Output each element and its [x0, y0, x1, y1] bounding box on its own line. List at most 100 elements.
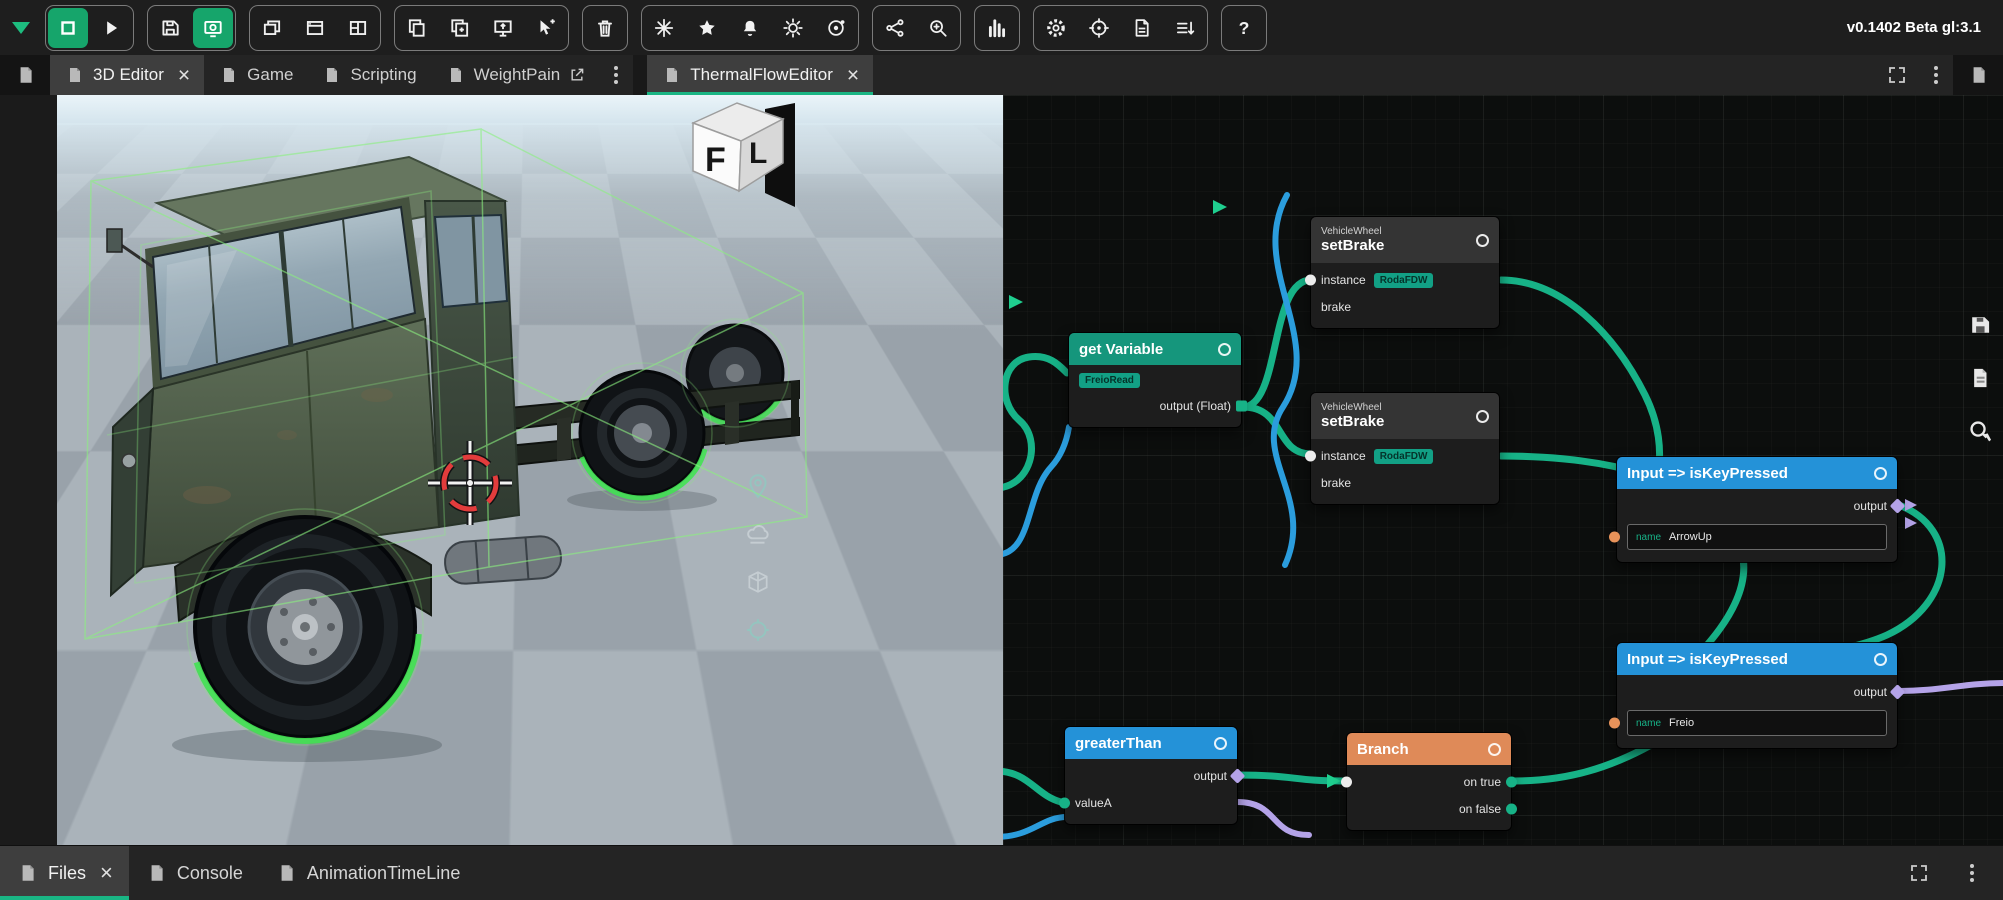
pin-icon[interactable] — [745, 473, 771, 499]
close-icon[interactable]: × — [100, 862, 113, 884]
viewport-3d[interactable]: F L — [57, 95, 1003, 845]
node-branch[interactable]: Branch on true on false — [1347, 733, 1511, 830]
name-field[interactable]: name Freio — [1627, 710, 1887, 736]
zoom-in-button[interactable] — [918, 8, 958, 48]
input-port[interactable] — [1059, 798, 1070, 809]
play-button[interactable] — [91, 8, 131, 48]
node-settings-icon[interactable] — [1214, 737, 1227, 750]
node-graph-button[interactable] — [875, 8, 915, 48]
expand-panel-button[interactable] — [1875, 55, 1919, 95]
node-greaterthan[interactable]: greaterThan output valueA — [1065, 727, 1237, 824]
window-new-button[interactable] — [295, 8, 335, 48]
window-split-button[interactable] — [338, 8, 378, 48]
input-port[interactable] — [1305, 451, 1316, 462]
input-port[interactable] — [1609, 532, 1620, 543]
cursor-add-button[interactable] — [526, 8, 566, 48]
on-false-row: on false — [1357, 800, 1501, 818]
render-group — [641, 5, 859, 51]
bar-chart-button[interactable] — [977, 8, 1017, 48]
instance-badge: RodaFDW — [1374, 449, 1434, 464]
dropdown-arrow-icon[interactable] — [12, 22, 30, 34]
node-settings-icon[interactable] — [1488, 743, 1501, 756]
node-iskeypressed-1[interactable]: Input => isKeyPressed output name ArrowU… — [1617, 457, 1897, 562]
output-port[interactable] — [1236, 401, 1247, 412]
node-header[interactable]: VehicleWheel setBrake — [1311, 393, 1499, 439]
list-sort-button[interactable] — [1165, 8, 1205, 48]
input-port[interactable] — [1305, 275, 1316, 286]
panel-menu-button[interactable] — [1919, 55, 1953, 95]
delete-button[interactable] — [585, 8, 625, 48]
node-header[interactable]: Branch — [1347, 733, 1511, 765]
node-settings-icon[interactable] — [1874, 653, 1887, 666]
tab-weightpain[interactable]: WeightPain — [431, 55, 600, 95]
orbit-icon — [825, 17, 847, 39]
instance-row: instance RodaFDW — [1321, 447, 1489, 465]
tab-3d-editor[interactable]: 3D Editor × — [50, 55, 204, 95]
node-setbrake-2[interactable]: VehicleWheel setBrake instance RodaFDW b… — [1311, 393, 1499, 504]
panel-menu-button[interactable] — [1955, 862, 1989, 884]
settings-button[interactable] — [1036, 8, 1076, 48]
node-header[interactable]: Input => isKeyPressed — [1617, 457, 1897, 489]
node-header[interactable]: Input => isKeyPressed — [1617, 643, 1897, 675]
tab-overflow-menu-button[interactable] — [599, 55, 633, 95]
node-settings-icon[interactable] — [1874, 467, 1887, 480]
bell-button[interactable] — [730, 8, 770, 48]
port-label: output — [1854, 499, 1887, 513]
preview-button[interactable] — [193, 8, 233, 48]
tab-game[interactable]: Game — [204, 55, 307, 95]
tab-corner-right-button[interactable] — [1953, 55, 2003, 95]
truck-model[interactable] — [85, 129, 807, 762]
tab-scripting[interactable]: Scripting — [307, 55, 430, 95]
bottom-tab-files[interactable]: Files × — [0, 846, 129, 900]
orbit-button[interactable] — [816, 8, 856, 48]
expand-panel-button[interactable] — [1897, 863, 1941, 883]
help-button[interactable]: ? — [1224, 8, 1264, 48]
graph-document-button[interactable] — [1962, 360, 1998, 396]
tab-thermalfloweditor[interactable]: ThermalFlowEditor × — [647, 55, 873, 95]
node-settings-icon[interactable] — [1476, 234, 1489, 247]
cube-grid-icon[interactable] — [745, 569, 771, 595]
close-icon[interactable]: × — [178, 65, 190, 86]
external-link-icon[interactable] — [569, 67, 585, 83]
crosshair-icon[interactable] — [745, 617, 771, 643]
bottom-tab-console[interactable]: Console — [129, 846, 259, 900]
copy-button[interactable] — [397, 8, 437, 48]
node-setbrake-1[interactable]: VehicleWheel setBrake instance RodaFDW b… — [1311, 217, 1499, 328]
graph-zoom-button[interactable] — [1962, 413, 1998, 449]
field-value: Freio — [1669, 717, 1694, 729]
node-settings-icon[interactable] — [1476, 410, 1489, 423]
node-header[interactable]: get Variable — [1069, 333, 1241, 365]
duplicate-add-button[interactable] — [440, 8, 480, 48]
document-button[interactable] — [1122, 8, 1162, 48]
star-button[interactable] — [687, 8, 727, 48]
input-port[interactable] — [1609, 718, 1620, 729]
clouds-icon[interactable] — [745, 521, 771, 547]
input-port[interactable] — [1341, 777, 1352, 788]
tab-corner-left-button[interactable] — [0, 55, 50, 95]
stop-button[interactable] — [48, 8, 88, 48]
output-port[interactable] — [1506, 777, 1517, 788]
node-iskeypressed-2[interactable]: Input => isKeyPressed output name Freio — [1617, 643, 1897, 748]
save-button[interactable] — [150, 8, 190, 48]
close-icon[interactable]: × — [847, 65, 859, 86]
node-title: Input => isKeyPressed — [1627, 465, 1788, 482]
burst-button[interactable] — [644, 8, 684, 48]
target-button[interactable] — [1079, 8, 1119, 48]
name-field[interactable]: name ArrowUp — [1627, 524, 1887, 550]
sun-button[interactable] — [773, 8, 813, 48]
screen-share-button[interactable] — [483, 8, 523, 48]
graph-zoom-group — [872, 5, 961, 51]
view-cube[interactable]: F L — [693, 103, 795, 207]
bottom-tab-animationtimeline[interactable]: AnimationTimeLine — [259, 846, 476, 900]
node-get-variable[interactable]: get Variable FreioRead output (Float) — [1069, 333, 1241, 427]
fuel-tank — [444, 535, 563, 585]
node-editor-canvas[interactable]: get Variable FreioRead output (Float) Ve… — [1003, 95, 2003, 845]
window-restore-button[interactable] — [252, 8, 292, 48]
node-header[interactable]: greaterThan — [1065, 727, 1237, 759]
graph-save-button[interactable] — [1962, 307, 1998, 343]
viewport-side-tools — [745, 473, 771, 643]
node-header[interactable]: VehicleWheel setBrake — [1311, 217, 1499, 263]
output-port[interactable] — [1506, 804, 1517, 815]
settings-group — [1033, 5, 1208, 51]
node-settings-icon[interactable] — [1218, 343, 1231, 356]
